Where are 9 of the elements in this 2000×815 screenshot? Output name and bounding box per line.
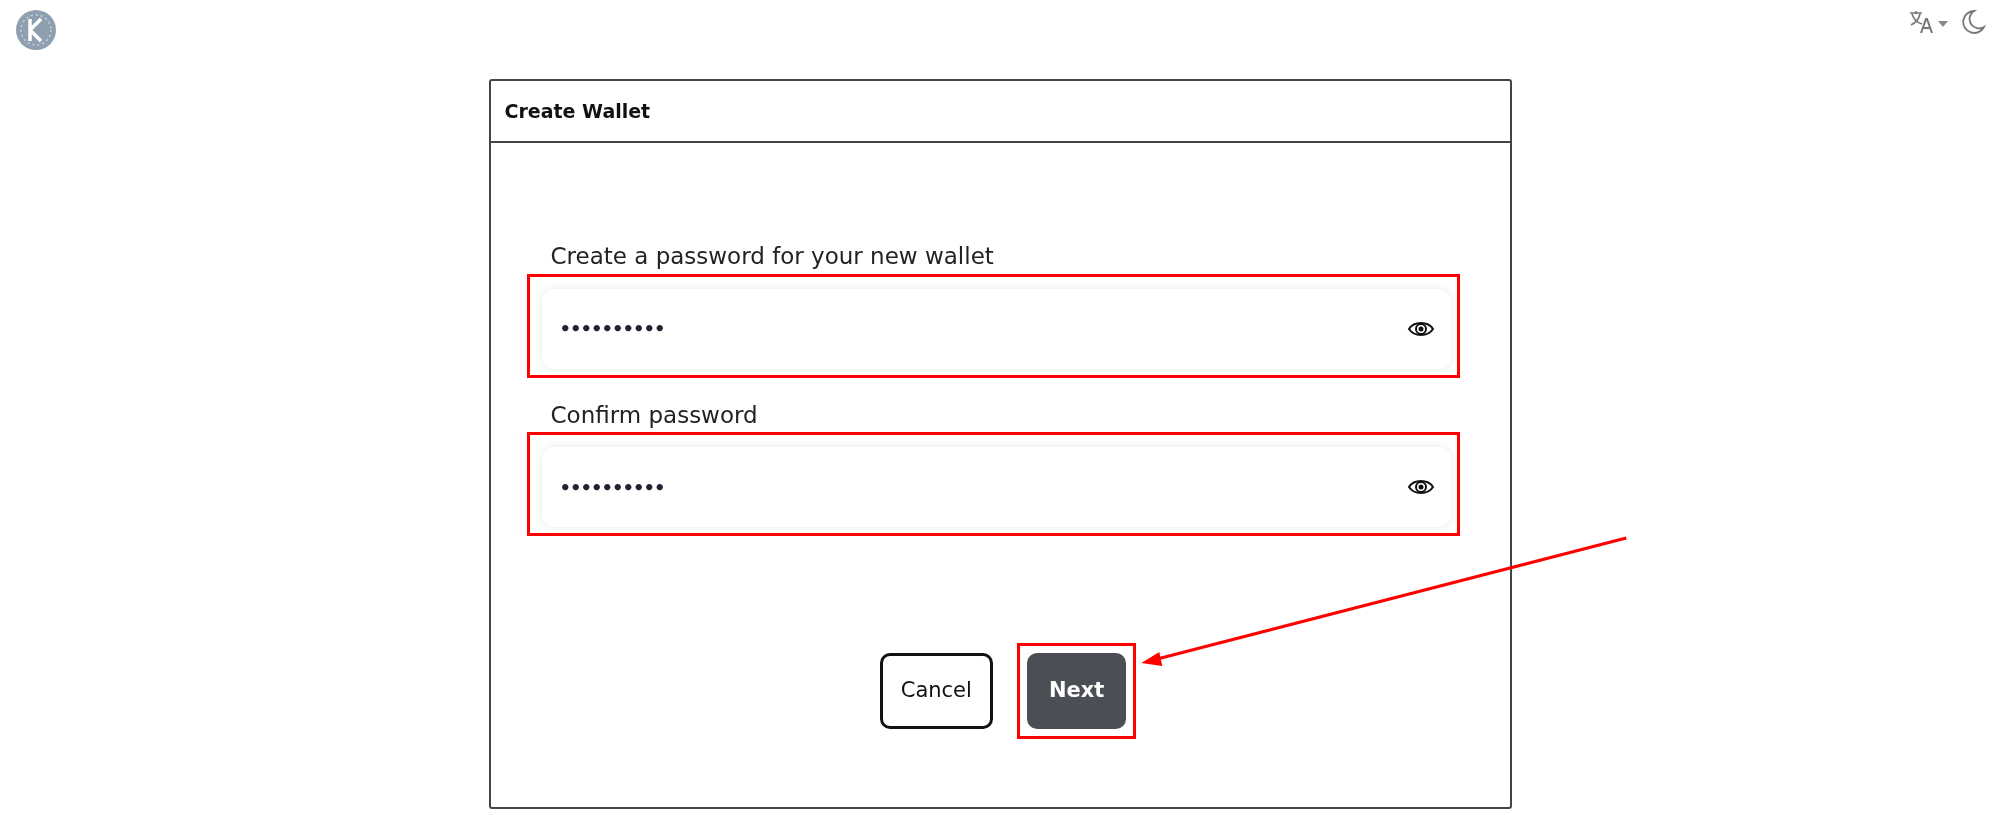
- next-button[interactable]: Next: [1026, 653, 1127, 729]
- password-field[interactable]: ••••••••••: [541, 447, 1451, 527]
- dialog-title: Create Wallet: [504, 98, 651, 124]
- logo-icon: [14, 8, 58, 52]
- password-field[interactable]: ••••••••••: [541, 288, 1451, 369]
- moon-icon[interactable]: [1960, 8, 1986, 36]
- field-label: Confirm password: [550, 400, 759, 430]
- field-label: Create a password for your new wallet: [550, 242, 995, 271]
- cancel-button[interactable]: Cancel: [879, 653, 993, 729]
